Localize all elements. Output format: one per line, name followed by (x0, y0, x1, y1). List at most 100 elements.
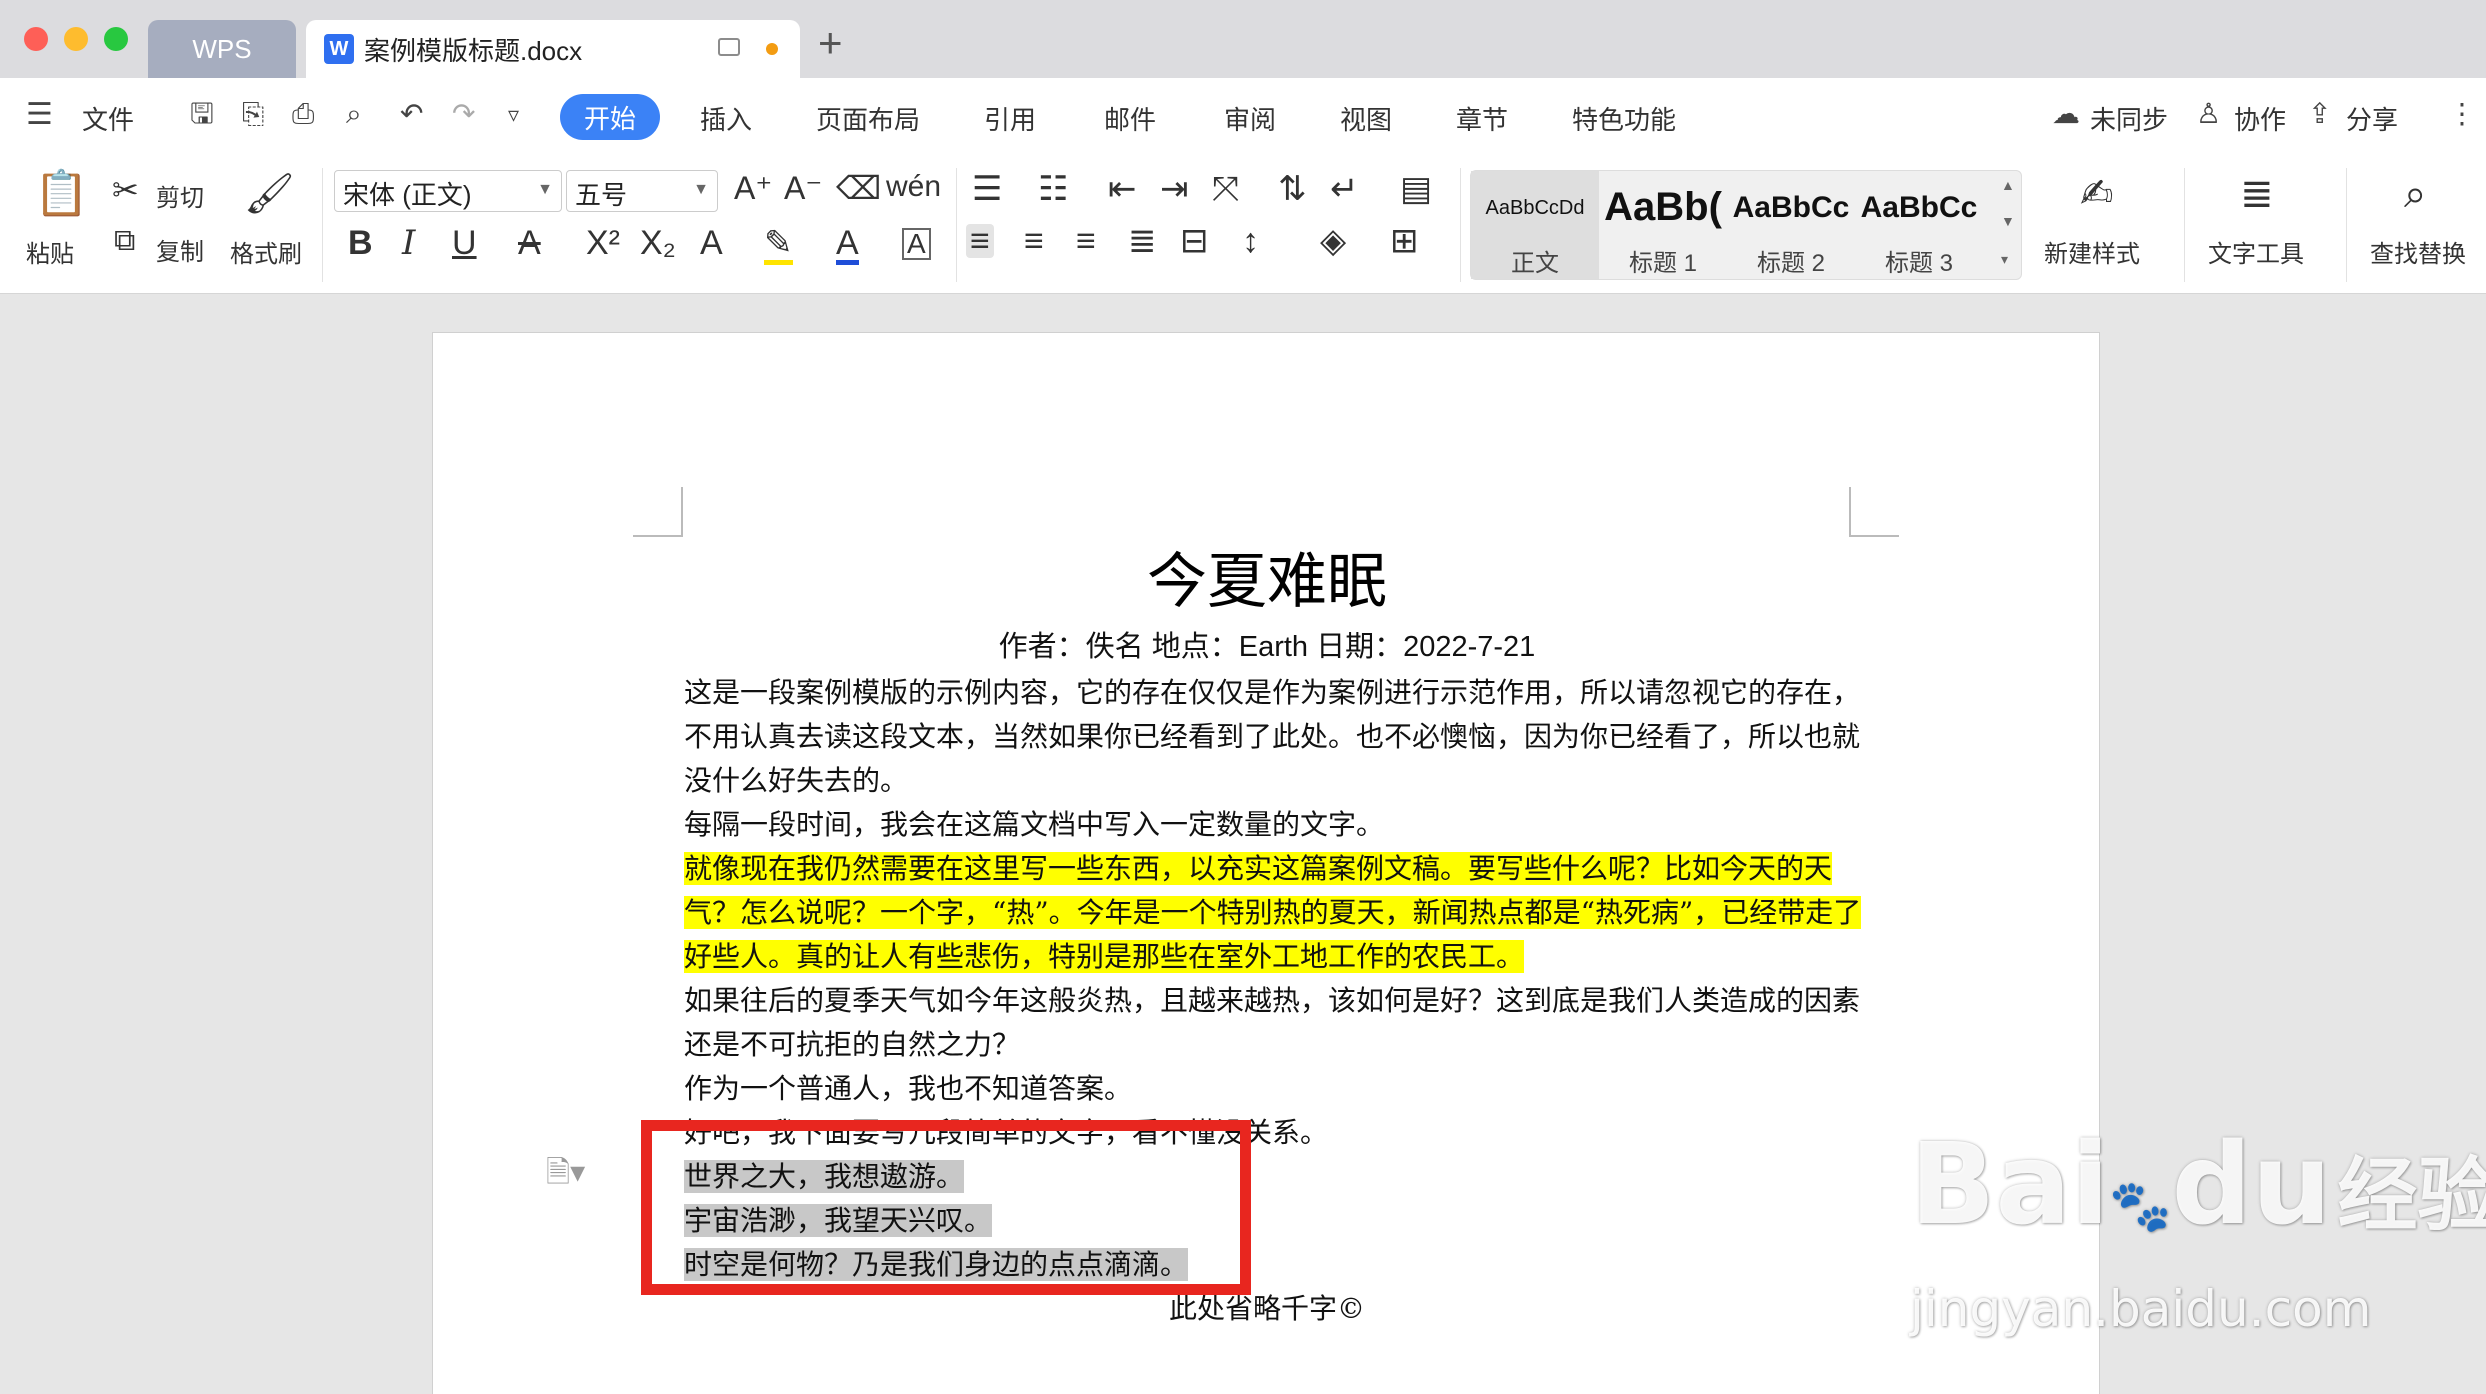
print-preview-icon[interactable]: ⌕ (346, 100, 362, 128)
strikethrough-icon[interactable]: A (518, 226, 541, 260)
maximize-window-button[interactable] (104, 27, 128, 51)
copy-icon: ⧉ (114, 224, 136, 257)
paragraph-1[interactable]: 这是一段案例模版的示例内容，它的存在仅仅是作为案例进行示范作用，所以请忽视它的存… (684, 671, 1884, 803)
cut-button[interactable]: 剪切 (156, 178, 204, 213)
format-painter-icon: 🖌 (244, 172, 295, 216)
menu-tab-view[interactable]: 视图 (1340, 100, 1392, 137)
format-painter-button[interactable]: 格式刷 (230, 234, 302, 269)
menu-tab-references[interactable]: 引用 (984, 100, 1036, 137)
baidu-watermark-url: jingyan.baidu.com (1910, 1280, 2372, 1338)
highlighted-text[interactable]: 就像现在我仍然需要在这里写一些东西，以充实这篇案例文稿。要写些什么呢？比如今天的… (684, 852, 1862, 973)
menu-bar: ☰ 文件 🖫 ⎘ ⎙ ⌕ ↶ ↷ ▿ 开始 插入 页面布局 引用 邮件 审阅 视… (0, 78, 2486, 156)
font-name-select[interactable]: 宋体 (正文) ▼ (334, 170, 562, 212)
new-style-button[interactable]: 新建样式 (2044, 234, 2140, 269)
collaborate-icon: ♙ (2196, 98, 2222, 129)
unsynced-button[interactable]: 未同步 (2090, 100, 2168, 137)
paste-icon[interactable]: 📋 (34, 172, 89, 216)
style-heading-2[interactable]: AaBbCc 标题 2 (1727, 171, 1855, 279)
chinese-layout-icon[interactable]: ⤧ (1212, 172, 1239, 206)
title-bar: WPS W 案例模版标题.docx + (0, 0, 2486, 78)
share-button[interactable]: 分享 (2346, 100, 2398, 137)
find-replace-button[interactable]: 查找替换 (2370, 234, 2466, 269)
monitor-icon[interactable] (718, 38, 740, 56)
menu-tab-review[interactable]: 审阅 (1224, 100, 1276, 137)
new-tab-button[interactable]: + (818, 22, 843, 64)
paragraph-2[interactable]: 每隔一段时间，我会在这篇文档中写入一定数量的文字。 (684, 803, 1884, 847)
menu-tab-mailings[interactable]: 邮件 (1104, 100, 1156, 137)
table-of-contents-icon[interactable]: ▤ (1400, 172, 1432, 206)
copy-button[interactable]: 复制 (156, 232, 204, 267)
paragraph-3-highlighted[interactable]: 就像现在我仍然需要在这里写一些东西，以充实这篇案例文稿。要写些什么呢？比如今天的… (684, 847, 1884, 979)
menu-tab-home[interactable]: 开始 (560, 94, 660, 140)
justify-icon[interactable]: ≣ (1128, 224, 1157, 258)
paw-icon: 🐾 (2109, 1177, 2172, 1235)
cloud-sync-icon: ☁ (2052, 98, 2080, 129)
text-tools-button[interactable]: 文字工具 (2208, 234, 2304, 269)
undo-icon[interactable]: ↶ (400, 100, 423, 128)
font-color-icon[interactable]: A (836, 226, 859, 265)
paste-button[interactable]: 粘贴 (26, 234, 74, 269)
document-title[interactable]: 今夏难眠 (433, 533, 2101, 620)
style-heading-1[interactable]: AaBb( 标题 1 (1599, 171, 1727, 279)
writer-doc-icon: W (324, 34, 354, 64)
margin-corner-top-left (633, 487, 683, 537)
clear-format-icon[interactable]: ⌫ (836, 172, 881, 204)
shading-icon[interactable]: ◈ (1320, 224, 1346, 258)
align-right-icon[interactable]: ≡ (1076, 224, 1096, 258)
style-heading-3[interactable]: AaBbCc 标题 3 (1855, 171, 1983, 279)
menu-tab-insert[interactable]: 插入 (700, 100, 752, 137)
increase-indent-icon[interactable]: ⇥ (1160, 172, 1189, 206)
style-normal[interactable]: AaBbCcDd 正文 (1471, 171, 1599, 279)
margin-corner-top-right (1849, 487, 1899, 537)
gallery-scroll-up-icon[interactable]: ▲ (2001, 177, 2015, 193)
menu-tab-special-features[interactable]: 特色功能 (1572, 100, 1676, 137)
italic-icon[interactable]: I (402, 226, 415, 260)
hamburger-menu-icon[interactable]: ☰ (26, 100, 53, 130)
character-border-icon[interactable]: A (902, 228, 931, 260)
subscript-icon[interactable]: X₂ (640, 226, 676, 260)
align-left-icon[interactable]: ≡ (966, 224, 994, 258)
line-spacing-icon[interactable]: ↕ (1242, 224, 1259, 258)
paragraph-4[interactable]: 如果往后的夏季天气如今年这般炎热，且越来越热，该如何是好？这到底是我们人类造成的… (684, 979, 1884, 1067)
minimize-window-button[interactable] (64, 27, 88, 51)
close-window-button[interactable] (24, 27, 48, 51)
paragraph-options-icon[interactable]: 🗎▾ (546, 1150, 585, 1201)
bullet-list-icon[interactable]: ☰ (972, 172, 1002, 206)
underline-icon[interactable]: U (452, 226, 477, 260)
borders-icon[interactable]: ⊞ (1390, 224, 1419, 258)
print-icon[interactable]: ⎙ (292, 100, 314, 128)
menu-file[interactable]: 文件 (82, 100, 134, 137)
text-tools-icon: ≣ (2240, 172, 2274, 216)
collaborate-button[interactable]: 协作 (2234, 100, 2286, 137)
more-options-icon[interactable]: ⋮ (2448, 100, 2476, 128)
grow-font-icon[interactable]: A⁺ (734, 172, 772, 204)
phonetic-guide-icon[interactable]: wén (886, 172, 941, 202)
document-tab-label: 案例模版标题.docx (364, 35, 583, 66)
tab-wps-home[interactable]: WPS (148, 20, 296, 78)
align-center-icon[interactable]: ≡ (1024, 224, 1044, 258)
save-icon[interactable]: 🖫 (190, 100, 214, 128)
customize-toolbar-icon[interactable]: ▿ (508, 104, 519, 126)
shrink-font-icon[interactable]: A⁻ (784, 172, 822, 204)
menu-tab-page-layout[interactable]: 页面布局 (816, 100, 920, 137)
gallery-scroll-down-icon[interactable]: ▼ (2001, 213, 2015, 229)
text-effect-icon[interactable]: A (700, 226, 723, 260)
share-icon: ⇪ (2308, 98, 2332, 129)
bold-icon[interactable]: B (348, 226, 373, 260)
paragraph-5[interactable]: 作为一个普通人，我也不知道答案。 (684, 1067, 1884, 1111)
export-pdf-icon[interactable]: ⎘ (242, 100, 264, 128)
highlight-icon[interactable]: ✎ (764, 226, 793, 265)
redo-icon[interactable]: ↷ (452, 100, 475, 128)
document-meta[interactable]: 作者：佚名 地点：Earth 日期：2022-7-21 (433, 623, 2101, 665)
distributed-align-icon[interactable]: ⊟ (1180, 224, 1209, 258)
menu-tab-chapter[interactable]: 章节 (1456, 100, 1508, 137)
sort-icon[interactable]: ⇅ (1278, 172, 1307, 206)
show-marks-icon[interactable]: ↵ (1330, 172, 1359, 206)
new-style-icon: ✍ (2080, 172, 2114, 216)
tab-document[interactable]: W 案例模版标题.docx (306, 20, 800, 78)
decrease-indent-icon[interactable]: ⇤ (1108, 172, 1137, 206)
font-size-select[interactable]: 五号 ▼ (566, 170, 718, 212)
superscript-icon[interactable]: X² (586, 226, 620, 260)
gallery-expand-icon[interactable]: ▾ (2001, 251, 2008, 268)
numbered-list-icon[interactable]: ☷ (1038, 172, 1068, 206)
